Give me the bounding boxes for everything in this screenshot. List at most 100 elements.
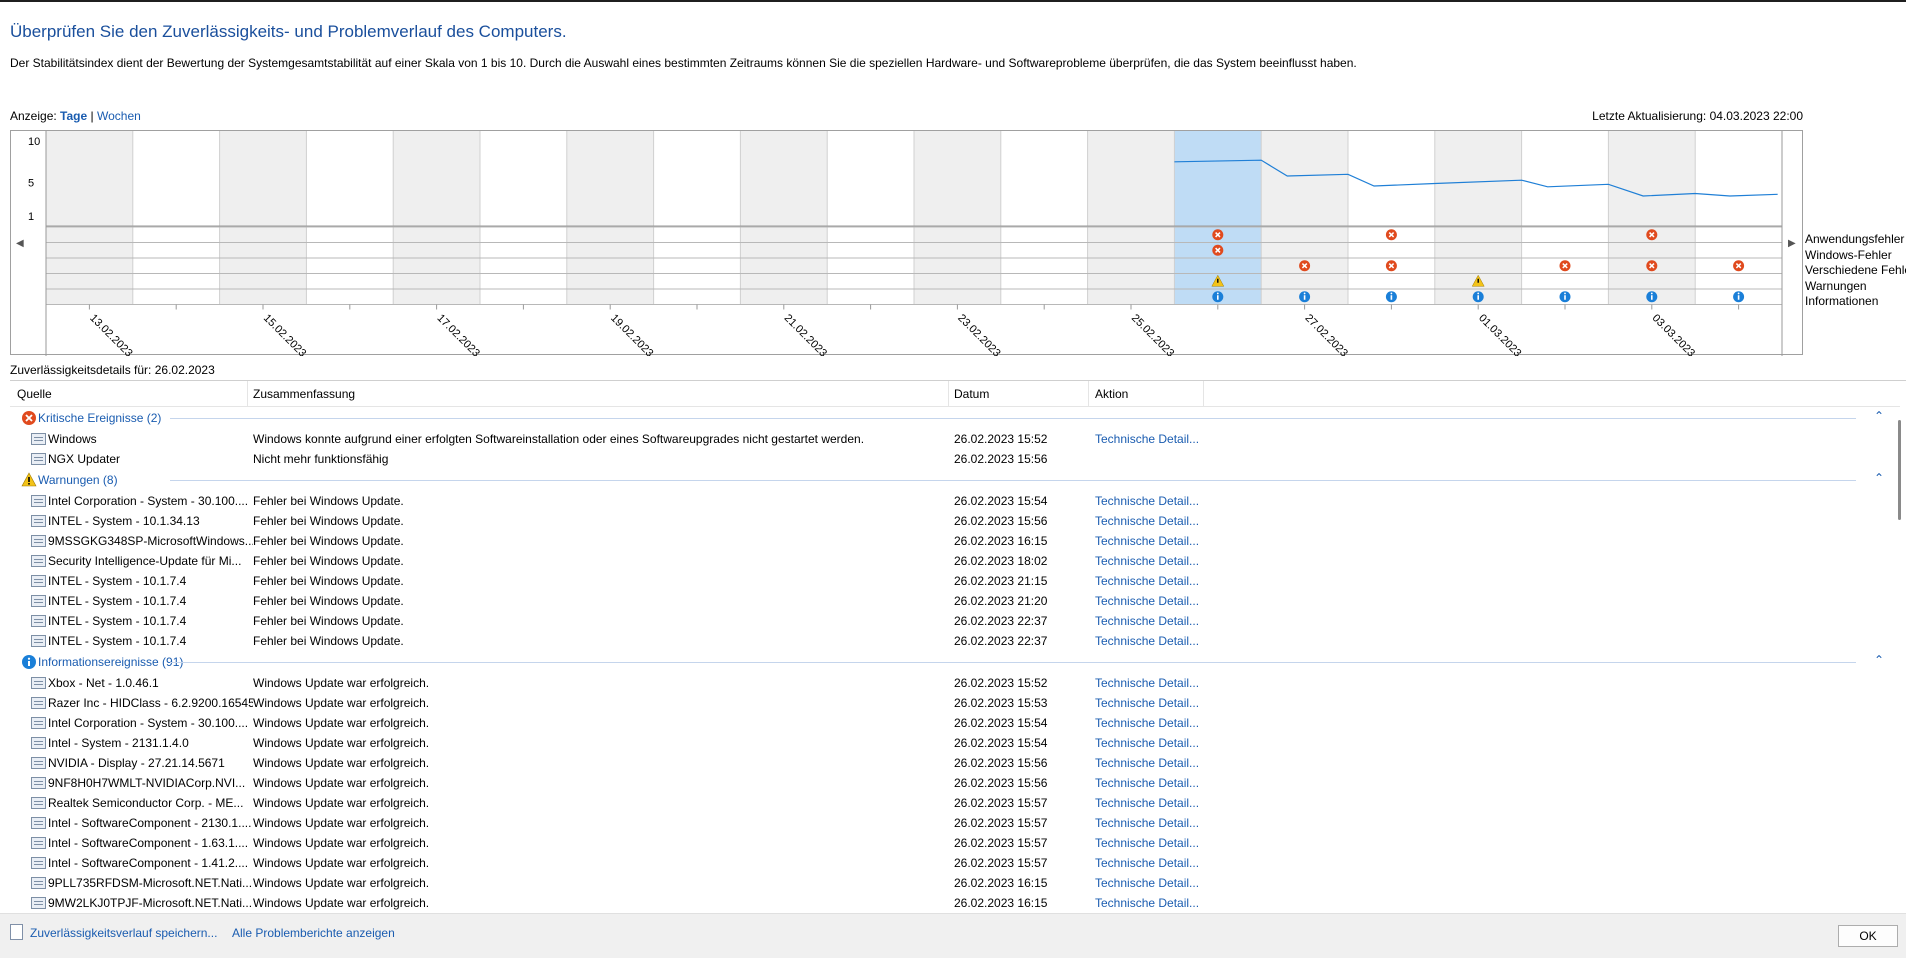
collapse-chevron-icon[interactable]: ⌃ — [1874, 653, 1884, 667]
technical-details-link[interactable]: Technische Detail... — [1095, 494, 1199, 508]
summary-cell: Windows Update war erfolgreich. — [253, 836, 430, 850]
info-icon-dot — [1650, 292, 1653, 295]
source-cell: INTEL - System - 10.1.7.4 — [48, 574, 187, 588]
source-cell: Intel Corporation - System - 30.100.... — [48, 716, 249, 730]
date-cell: 26.02.2023 15:54 — [954, 494, 1048, 508]
event-group-label: Kritische Ereignisse (2) — [38, 411, 162, 425]
warning-icon-mark — [1477, 278, 1479, 283]
technical-details-link[interactable]: Technische Detail... — [1095, 856, 1199, 870]
table-row[interactable]: Intel - SoftwareComponent - 2130.1.... Wi… — [10, 813, 1890, 833]
technical-details-link[interactable]: Technische Detail... — [1095, 776, 1199, 790]
table-row[interactable]: Windows Windows konnte aufgrund einer erf… — [10, 429, 1890, 449]
chart-scroll-right-icon[interactable]: ▶ — [1788, 238, 1796, 249]
x-tick-label: 23.02.2023 — [955, 312, 1002, 356]
technical-details-link[interactable]: Technische Detail... — [1095, 676, 1199, 690]
table-row[interactable]: Intel - System - 2131.1.4.0 Windows Updat… — [10, 733, 1890, 753]
summary-cell: Fehler bei Windows Update. — [253, 514, 404, 528]
view-days-link[interactable]: Tage — [60, 109, 87, 123]
technical-details-link[interactable]: Technische Detail... — [1095, 876, 1199, 890]
day-column — [1521, 131, 1609, 305]
x-tick-label: 03.03.2023 — [1650, 312, 1697, 356]
date-cell: 26.02.2023 15:53 — [954, 696, 1048, 710]
technical-details-link[interactable]: Technische Detail... — [1095, 736, 1199, 750]
x-tick-label: 13.02.2023 — [87, 312, 134, 356]
date-cell: 26.02.2023 15:52 — [954, 676, 1048, 690]
table-row[interactable]: INTEL - System - 10.1.34.13 Fehler bei Wi… — [10, 511, 1890, 531]
x-tick-label: 17.02.2023 — [434, 312, 481, 356]
table-row[interactable]: 9MSSGKG348SP-MicrosoftWindows.... Fehler … — [10, 531, 1890, 551]
technical-details-link[interactable]: Technische Detail... — [1095, 534, 1199, 548]
table-row[interactable]: INTEL - System - 10.1.7.4 Fehler bei Wind… — [10, 591, 1890, 611]
event-group-header[interactable]: Informationsereignisse (91) ⌃ — [10, 651, 1890, 673]
technical-details-link[interactable]: Technische Detail... — [1095, 796, 1199, 810]
technical-details-link[interactable]: Technische Detail... — [1095, 574, 1199, 588]
table-row[interactable]: INTEL - System - 10.1.7.4 Fehler bei Wind… — [10, 571, 1890, 591]
table-row[interactable]: Realtek Semiconductor Corp. - ME... Windo… — [10, 793, 1890, 813]
chart-scroll-left-icon[interactable]: ◀ — [16, 238, 24, 249]
event-group-header[interactable]: Kritische Ereignisse (2) ⌃ — [10, 407, 1890, 429]
technical-details-link[interactable]: Technische Detail... — [1095, 514, 1199, 528]
table-row[interactable]: 9NF8H0H7WMLT-NVIDIACorp.NVI... Windows Up… — [10, 773, 1890, 793]
y-tick-label: 10 — [28, 136, 40, 148]
source-cell: Intel - SoftwareComponent - 1.63.1.... — [48, 836, 249, 850]
table-row[interactable]: 9MW2LKJ0TPJF-Microsoft.NET.Nati... Window… — [10, 893, 1890, 913]
technical-details-link[interactable]: Technische Detail... — [1095, 896, 1199, 910]
application-icon — [31, 757, 46, 769]
table-row[interactable]: INTEL - System - 10.1.7.4 Fehler bei Wind… — [10, 631, 1890, 651]
x-tick-label: 27.02.2023 — [1302, 312, 1349, 356]
table-row[interactable]: Intel Corporation - System - 30.100.... F… — [10, 491, 1890, 511]
table-row[interactable]: Xbox - Net - 1.0.46.1 Windows Update war … — [10, 673, 1890, 693]
column-header-date[interactable]: Datum — [954, 387, 989, 401]
row-label-warnings: Warnungen — [1805, 278, 1867, 293]
application-icon — [31, 717, 46, 729]
table-row[interactable]: INTEL - System - 10.1.7.4 Fehler bei Wind… — [10, 611, 1890, 631]
technical-details-link[interactable]: Technische Detail... — [1095, 816, 1199, 830]
column-header-source[interactable]: Quelle — [17, 387, 52, 401]
ok-button[interactable]: OK — [1838, 925, 1898, 947]
source-cell: Intel - System - 2131.1.4.0 — [48, 736, 189, 750]
technical-details-link[interactable]: Technische Detail... — [1095, 432, 1199, 446]
view-weeks-link[interactable]: Wochen — [97, 109, 141, 123]
table-row[interactable]: Intel - SoftwareComponent - 1.63.1.... Wi… — [10, 833, 1890, 853]
table-scrollbar-thumb[interactable] — [1898, 420, 1901, 520]
application-icon — [31, 817, 46, 829]
column-divider[interactable] — [948, 381, 949, 407]
info-icon-dot — [1737, 292, 1740, 295]
table-row[interactable]: Intel - SoftwareComponent - 1.41.2.... Wi… — [10, 853, 1890, 873]
table-row[interactable]: NGX Updater Nicht mehr funktionsfähig 26.0… — [10, 449, 1890, 469]
summary-cell: Windows Update war erfolgreich. — [253, 716, 430, 730]
table-row[interactable]: NVIDIA - Display - 27.21.14.5671 Windows … — [10, 753, 1890, 773]
technical-details-link[interactable]: Technische Detail... — [1095, 594, 1199, 608]
technical-details-link[interactable]: Technische Detail... — [1095, 634, 1199, 648]
column-divider[interactable] — [247, 381, 248, 407]
technical-details-link[interactable]: Technische Detail... — [1095, 696, 1199, 710]
page-description: Der Stabilitätsindex dient der Bewertung… — [10, 56, 1357, 70]
info-icon-dot — [1477, 292, 1480, 295]
x-tick-label: 19.02.2023 — [608, 312, 655, 356]
column-header-action[interactable]: Aktion — [1095, 387, 1128, 401]
summary-cell: Fehler bei Windows Update. — [253, 494, 404, 508]
event-group-divider — [170, 662, 1856, 663]
column-header-summary[interactable]: Zusammenfassung — [253, 387, 355, 401]
save-history-link[interactable]: Zuverlässigkeitsverlauf speichern... — [30, 926, 217, 940]
row-label-windows-errors: Windows-Fehler — [1805, 247, 1892, 262]
stability-chart[interactable]: 10 5 1 13.02.2023 15.02.2023 17.02.2023 19.02.… — [10, 130, 1803, 356]
collapse-chevron-icon[interactable]: ⌃ — [1874, 471, 1884, 485]
table-row[interactable]: 9PLL735RFDSM-Microsoft.NET.Nati... Window… — [10, 873, 1890, 893]
table-row[interactable]: Security Intelligence-Update für Mi... Fe… — [10, 551, 1890, 571]
technical-details-link[interactable]: Technische Detail... — [1095, 614, 1199, 628]
collapse-chevron-icon[interactable]: ⌃ — [1874, 409, 1884, 423]
technical-details-link[interactable]: Technische Detail... — [1095, 716, 1199, 730]
technical-details-link[interactable]: Technische Detail... — [1095, 554, 1199, 568]
source-cell: NGX Updater — [48, 452, 121, 466]
technical-details-link[interactable]: Technische Detail... — [1095, 836, 1199, 850]
technical-details-link[interactable]: Technische Detail... — [1095, 756, 1199, 770]
table-row[interactable]: Razer Inc - HIDClass - 6.2.9200.16545 Win… — [10, 693, 1890, 713]
source-cell: INTEL - System - 10.1.7.4 — [48, 634, 187, 648]
all-problem-reports-link[interactable]: Alle Problemberichte anzeigen — [232, 926, 395, 940]
column-divider[interactable] — [1088, 381, 1089, 407]
event-group-header[interactable]: Warnungen (8) ⌃ — [10, 469, 1890, 491]
date-cell: 26.02.2023 15:57 — [954, 856, 1048, 870]
table-row[interactable]: Intel Corporation - System - 30.100.... W… — [10, 713, 1890, 733]
column-divider[interactable] — [1203, 381, 1204, 407]
